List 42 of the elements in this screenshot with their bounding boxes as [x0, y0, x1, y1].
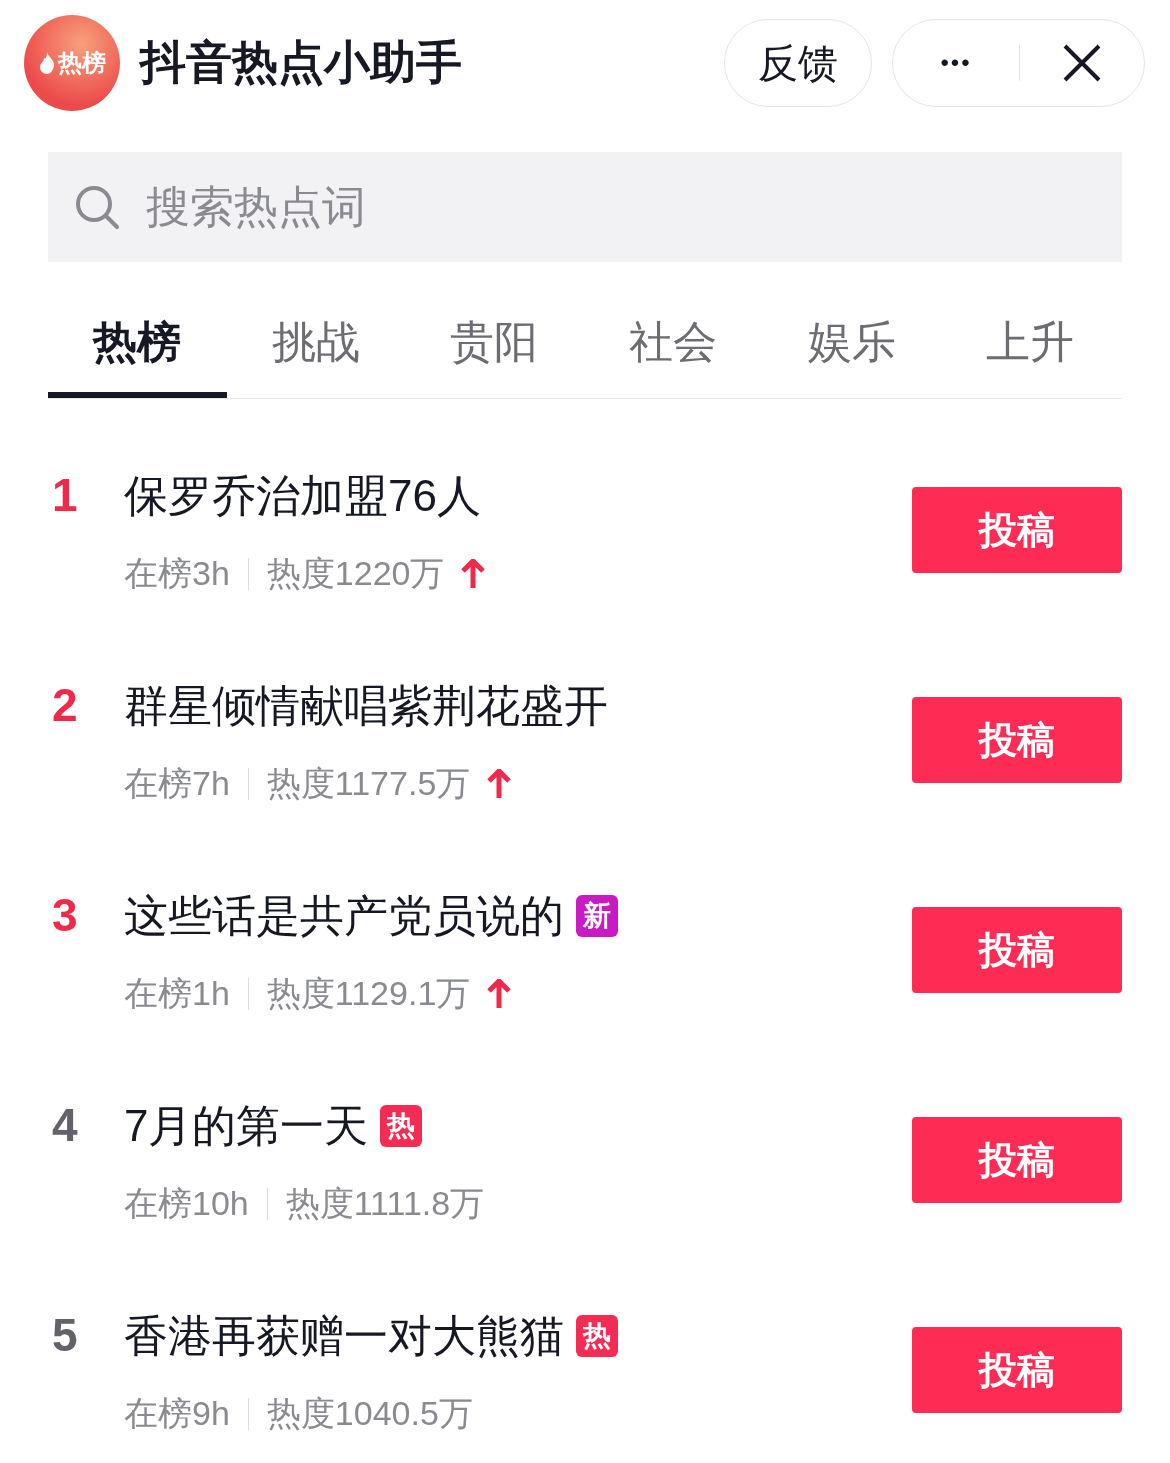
- rank-number: 3: [52, 888, 79, 943]
- rank-number: 4: [52, 1098, 79, 1153]
- submit-button[interactable]: 投稿: [912, 907, 1122, 993]
- submit-button[interactable]: 投稿: [912, 1327, 1122, 1413]
- heat-value: 热度1177.5万: [266, 763, 471, 804]
- heat-value: 热度1111.8万: [285, 1183, 485, 1224]
- more-button[interactable]: •••: [893, 19, 1019, 106]
- app-title: 抖音热点小助手: [140, 35, 462, 90]
- submit-button[interactable]: 投稿: [912, 1117, 1122, 1203]
- rank-number: 5: [52, 1308, 79, 1363]
- on-list-time: 在榜7h: [124, 763, 230, 804]
- rank-number: 2: [52, 678, 79, 733]
- topic-title[interactable]: 群星倾情献唱紫荆花盛开: [124, 672, 608, 739]
- search-field[interactable]: 搜索热点词: [146, 174, 746, 240]
- heat-value: 热度1129.1万: [266, 973, 471, 1014]
- flame-icon: [38, 51, 56, 74]
- topic-badge: 热: [576, 1314, 618, 1357]
- topic-badge: 新: [576, 894, 618, 937]
- close-icon: [1063, 43, 1101, 82]
- on-list-time: 在榜10h: [124, 1183, 249, 1224]
- topic-title[interactable]: 香港再获赠一对大熊猫: [124, 1302, 564, 1369]
- heat-value: 热度1040.5万: [266, 1393, 473, 1434]
- topic-title[interactable]: 这些话是共产党员说的: [124, 882, 564, 949]
- rank-number: 1: [52, 468, 79, 523]
- category-tab[interactable]: 上升: [940, 292, 1120, 398]
- topic-title[interactable]: 保罗乔治加盟76人: [124, 462, 481, 529]
- topic-title[interactable]: 7月的第一天: [124, 1092, 369, 1159]
- on-list-time: 在榜3h: [124, 553, 230, 594]
- logo-text: 热榜: [58, 50, 106, 75]
- category-tab[interactable]: 热榜: [48, 292, 227, 398]
- search-icon: [74, 184, 120, 230]
- submit-button[interactable]: 投稿: [912, 487, 1122, 573]
- on-list-time: 在榜9h: [124, 1393, 230, 1434]
- category-tab[interactable]: 挑战: [226, 292, 406, 398]
- search-bar[interactable]: 搜索热点词: [48, 152, 1122, 262]
- submit-button[interactable]: 投稿: [912, 697, 1122, 783]
- category-tab[interactable]: 贵阳: [405, 292, 584, 398]
- on-list-time: 在榜1h: [124, 973, 230, 1014]
- heat-value: 热度1220万: [266, 553, 445, 594]
- category-tab[interactable]: 社会: [583, 292, 763, 398]
- topic-badge: 热: [380, 1104, 423, 1147]
- category-tab[interactable]: 娱乐: [762, 292, 941, 398]
